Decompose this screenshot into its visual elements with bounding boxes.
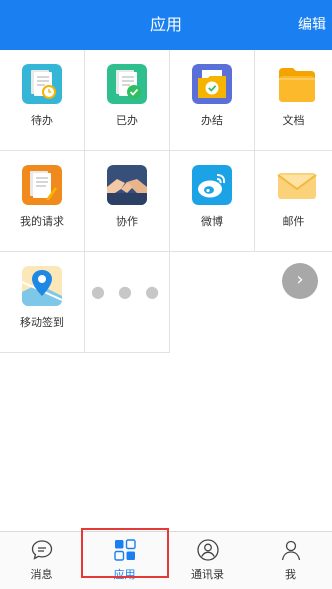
my-request-doc-icon bbox=[22, 165, 62, 205]
app-tile-documents[interactable]: 文档 bbox=[255, 50, 332, 151]
active-tab-highlight bbox=[81, 528, 169, 578]
page-title: 应用 bbox=[149, 15, 182, 34]
app-tile-mail[interactable]: 邮件 bbox=[255, 151, 332, 252]
tab-label: 我 bbox=[285, 568, 296, 581]
mail-envelope-icon bbox=[277, 173, 317, 199]
tab-label: 消息 bbox=[30, 568, 53, 581]
tab-me[interactable]: 我 bbox=[249, 532, 332, 589]
app-tile-weibo[interactable]: 微博 bbox=[170, 151, 255, 252]
finished-folder-icon bbox=[192, 64, 232, 104]
app-tile-todo[interactable]: 待办 bbox=[0, 50, 85, 151]
app-tile-collaboration[interactable]: 协作 bbox=[85, 151, 170, 252]
contacts-icon bbox=[197, 539, 219, 561]
location-checkin-icon bbox=[22, 266, 62, 306]
edit-button[interactable]: 编辑 bbox=[298, 0, 326, 50]
app-label: 已办 bbox=[116, 114, 138, 127]
todo-doc-clock-icon bbox=[22, 64, 62, 104]
app-label: 待办 bbox=[31, 114, 53, 127]
tab-contacts[interactable]: 通讯录 bbox=[166, 532, 249, 589]
app-tile-my-request[interactable]: 我的请求 bbox=[0, 151, 85, 252]
app-tile-mobile-checkin[interactable]: 移动签到 bbox=[0, 252, 85, 353]
top-bar: 应用 编辑 bbox=[0, 0, 332, 50]
app-label: 移动签到 bbox=[20, 316, 64, 329]
app-tile-done[interactable]: 已办 bbox=[85, 50, 170, 151]
app-label: 办结 bbox=[201, 114, 223, 127]
chevron-right-icon[interactable]: › bbox=[282, 263, 318, 299]
app-label: 我的请求 bbox=[20, 215, 64, 228]
tab-label: 通讯录 bbox=[191, 568, 224, 581]
app-screen: 应用 编辑 待办 已办 办结 文档 我的请求 协作 微博 邮件 移动签到 ● ●… bbox=[0, 0, 332, 589]
documents-folder-icon bbox=[279, 68, 315, 102]
app-label: 邮件 bbox=[282, 215, 305, 228]
more-dots-icon: ● ● ● bbox=[90, 282, 164, 301]
profile-icon bbox=[281, 540, 301, 561]
app-label: 协作 bbox=[116, 215, 138, 228]
app-label: 文档 bbox=[282, 114, 305, 127]
done-doc-check-icon bbox=[107, 64, 147, 104]
weibo-icon bbox=[192, 165, 232, 205]
app-tile-finished[interactable]: 办结 bbox=[170, 50, 255, 151]
handshake-icon bbox=[107, 165, 147, 205]
tab-messages[interactable]: 消息 bbox=[0, 532, 83, 589]
app-label: 微博 bbox=[201, 215, 223, 228]
more-apps-tile[interactable]: ● ● ● bbox=[85, 252, 170, 353]
chat-bubble-icon bbox=[31, 540, 53, 560]
